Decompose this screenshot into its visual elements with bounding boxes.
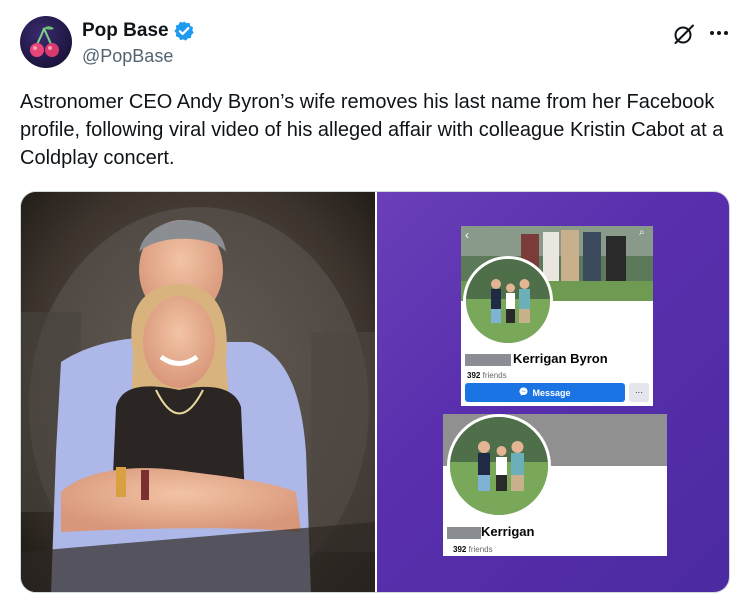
grok-slash-icon[interactable] xyxy=(672,22,696,46)
message-button[interactable]: Message xyxy=(465,383,625,402)
tweet-text: Astronomer CEO Andy Byron’s wife removes… xyxy=(20,91,724,169)
profile-avatar xyxy=(463,256,553,346)
friends-number: 392 xyxy=(467,371,481,380)
search-icon[interactable]: ⌕ xyxy=(639,227,645,238)
friends-count: 392 friends xyxy=(467,371,507,380)
profile-avatar xyxy=(447,414,551,518)
redaction-bar xyxy=(465,354,511,366)
author-name-row[interactable]: Pop Base xyxy=(82,20,195,42)
golf-group-photo xyxy=(466,259,550,343)
more-horizontal-icon[interactable] xyxy=(706,20,732,46)
author-handle[interactable]: @PopBase xyxy=(82,46,173,67)
profile-name-row: Kerrigan Byron xyxy=(461,351,653,369)
facebook-screenshots-panel[interactable]: ‹ ⌕ Kerrigan Byron 392 friends Message ·… xyxy=(377,192,729,592)
back-arrow-icon[interactable]: ‹ xyxy=(465,228,469,242)
profile-name: Kerrigan xyxy=(481,524,535,539)
profile-name: Kerrigan Byron xyxy=(513,351,608,366)
tweet-media[interactable]: ‹ ⌕ Kerrigan Byron 392 friends Message ·… xyxy=(20,191,730,593)
facebook-profile-before: ‹ ⌕ Kerrigan Byron 392 friends Message ·… xyxy=(461,226,653,406)
kiss-cam-photo[interactable] xyxy=(21,192,375,592)
friends-number: 392 xyxy=(453,545,467,554)
messenger-icon xyxy=(519,387,529,398)
profile-more-button[interactable]: ··· xyxy=(629,383,649,402)
author-display-name[interactable]: Pop Base xyxy=(82,20,169,42)
message-label: Message xyxy=(532,387,571,398)
kiss-cam-image xyxy=(21,192,375,592)
golf-group-photo xyxy=(450,417,548,515)
friends-label: friends xyxy=(468,545,493,554)
redaction-bar xyxy=(447,527,481,539)
friends-label: friends xyxy=(482,371,507,380)
author-avatar[interactable] xyxy=(20,16,72,68)
verified-badge-icon xyxy=(173,21,194,41)
profile-name-row: Kerrigan xyxy=(443,524,667,542)
friends-count: 392 friends xyxy=(453,545,493,554)
cherries-logo-icon xyxy=(30,26,59,57)
tweet-header: Pop Base @PopBase xyxy=(20,16,732,70)
facebook-profile-after: Kerrigan 392 friends xyxy=(443,414,667,556)
